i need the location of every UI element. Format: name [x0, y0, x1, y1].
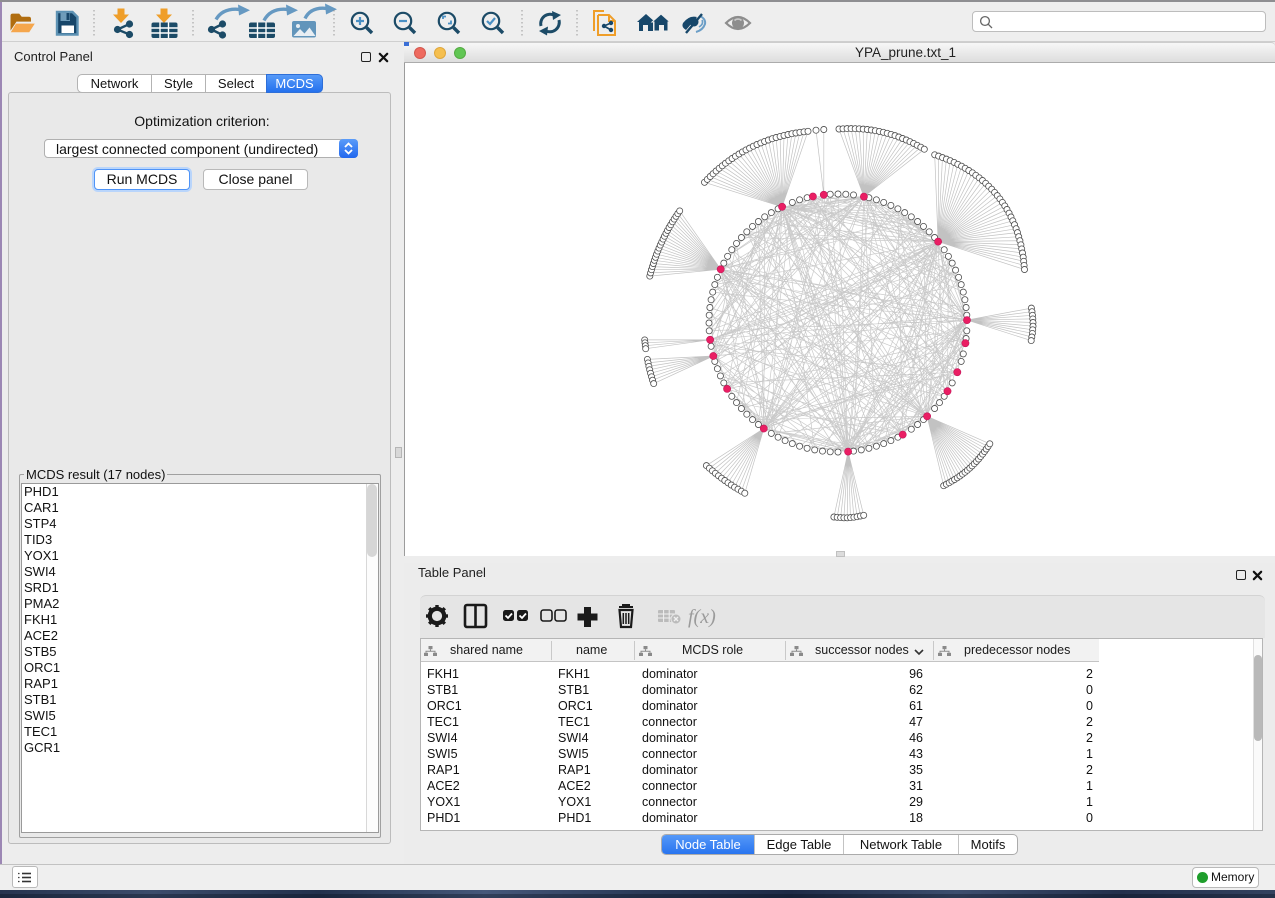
svg-text:f(x): f(x): [688, 606, 716, 628]
